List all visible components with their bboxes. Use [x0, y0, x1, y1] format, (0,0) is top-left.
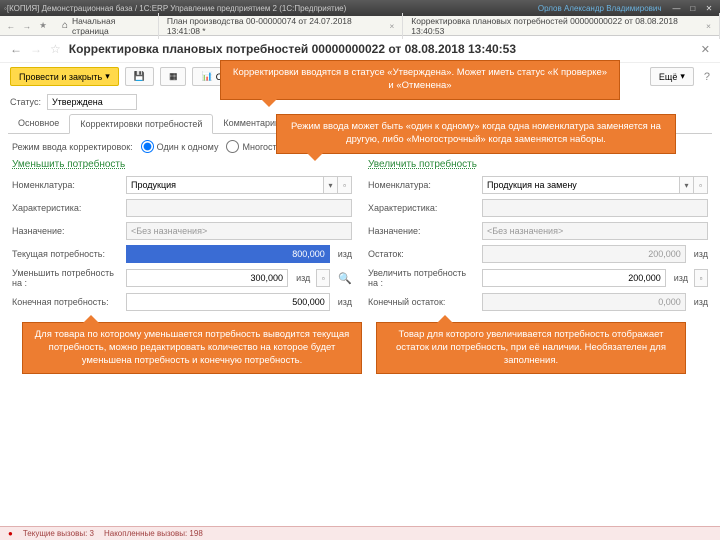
back-icon[interactable]: ←	[10, 42, 22, 56]
current-user: Орлов Александр Владимирович	[538, 4, 662, 13]
nav-back-icon[interactable]: ←	[4, 19, 18, 33]
tab-bar: ← → ★ Начальная страница План производст…	[0, 16, 720, 36]
status-label: Статус:	[10, 97, 41, 107]
chevron-down-icon: ▾	[105, 71, 110, 82]
left-current-field[interactable]	[126, 245, 330, 263]
page-title: Корректировка плановых потребностей 0000…	[69, 42, 516, 56]
more-button[interactable]: Ещё ▾	[650, 67, 694, 86]
dropdown-icon[interactable]: ▾	[324, 176, 338, 194]
nav-fwd-icon[interactable]: →	[20, 19, 34, 33]
unit-pick-icon[interactable]: ▫	[694, 269, 708, 287]
forward-icon[interactable]: →	[30, 42, 42, 56]
magnifier-icon[interactable]: 🔍	[338, 272, 352, 285]
callout-increase: Товар для которого увеличивается потребн…	[376, 322, 686, 374]
left-nomenclature-field[interactable]	[126, 176, 324, 194]
mode-label: Режим ввода корректировок:	[12, 142, 133, 152]
right-rest-field	[482, 245, 686, 263]
dropdown-icon[interactable]: ▾	[680, 176, 694, 194]
right-assignment-field	[482, 222, 708, 240]
increase-heading: Увеличить потребность	[368, 159, 708, 170]
document-header: ← → ☆ Корректировка плановых потребносте…	[0, 36, 720, 63]
window-controls: — □ ✕	[670, 4, 716, 13]
unit-pick-icon[interactable]: ▫	[316, 269, 330, 287]
status-bar: ● Текущие вызовы: 3 Накопленные вызовы: …	[0, 526, 720, 540]
tab-correction[interactable]: Корректировка плановых потребностей 0000…	[403, 13, 720, 39]
left-final-field[interactable]	[126, 293, 330, 311]
tab-main[interactable]: Основное	[8, 114, 69, 133]
tab-home[interactable]: Начальная страница	[54, 13, 159, 39]
open-icon[interactable]: ▫	[338, 176, 352, 194]
right-final-field	[482, 293, 686, 311]
right-nomenclature-field[interactable]	[482, 176, 680, 194]
left-decrease-field[interactable]	[126, 269, 288, 287]
open-icon[interactable]: ▫	[694, 176, 708, 194]
tab-plan[interactable]: План производства 00-00000074 от 24.07.2…	[159, 13, 403, 39]
tab-close-icon[interactable]: ×	[706, 21, 711, 31]
tab-corrections[interactable]: Корректировки потребностей	[69, 114, 213, 134]
close-icon[interactable]: ✕	[702, 4, 716, 13]
left-assignment-field	[126, 222, 352, 240]
maximize-icon[interactable]: □	[686, 4, 700, 13]
panel-close-icon[interactable]: ✕	[701, 43, 710, 56]
tab-close-icon[interactable]: ×	[389, 21, 394, 31]
decrease-heading: Уменьшить потребность	[12, 159, 352, 170]
help-icon[interactable]: ?	[704, 71, 710, 83]
right-characteristic-field	[482, 199, 708, 217]
current-calls: Текущие вызовы: 3	[23, 529, 94, 538]
left-characteristic-field	[126, 199, 352, 217]
status-field[interactable]	[47, 94, 137, 110]
favorite-icon[interactable]: ★	[36, 19, 50, 33]
decrease-column: Уменьшить потребность Номенклатура:▾▫ Ха…	[12, 159, 352, 316]
post-button[interactable]: ▦	[160, 67, 187, 86]
callout-mode: Режим ввода может быть «один к одному» к…	[276, 114, 676, 154]
commit-close-button[interactable]: Провести и закрыть ▾	[10, 67, 119, 86]
mode-one-to-one[interactable]: Один к одному	[141, 140, 219, 153]
window-title: [КОПИЯ] Демонстрационная база / 1C:ERP У…	[7, 4, 346, 13]
status-dot-icon: ●	[8, 529, 13, 538]
callout-decrease: Для товара по которому уменьшается потре…	[22, 322, 362, 374]
accumulated-calls: Накопленные вызовы: 198	[104, 529, 203, 538]
right-increase-field[interactable]	[482, 269, 666, 287]
minimize-icon[interactable]: —	[670, 4, 684, 13]
star-icon[interactable]: ☆	[50, 42, 61, 56]
callout-status: Корректировки вводятся в статусе «Утверж…	[220, 60, 620, 100]
save-button[interactable]: 💾	[125, 67, 154, 86]
increase-column: Увеличить потребность Номенклатура:▾▫ Ха…	[368, 159, 708, 316]
